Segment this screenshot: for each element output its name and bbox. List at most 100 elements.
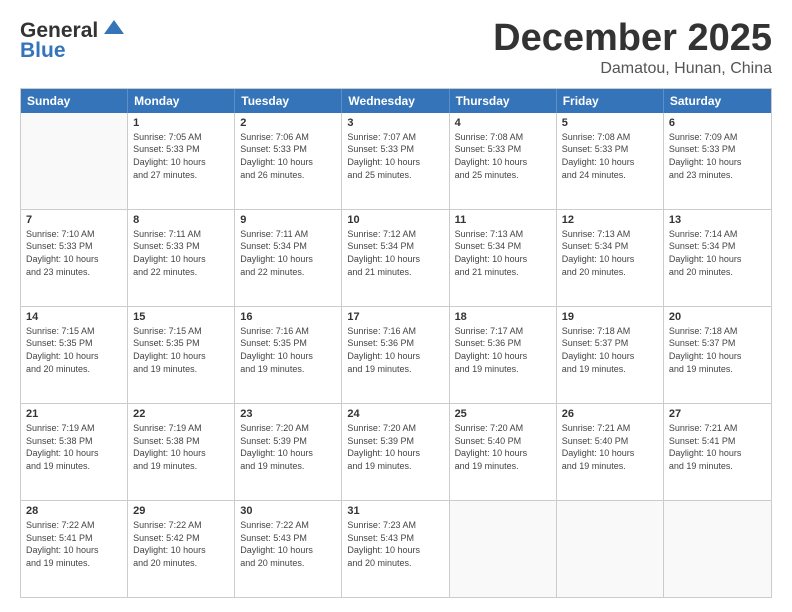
- day-info: Sunrise: 7:22 AM Sunset: 5:41 PM Dayligh…: [26, 519, 122, 569]
- empty-cell-4-6: [664, 501, 771, 597]
- weekday-header-sunday: Sunday: [21, 89, 128, 113]
- day-info: Sunrise: 7:15 AM Sunset: 5:35 PM Dayligh…: [133, 325, 229, 375]
- day-cell-3: 3 Sunrise: 7:07 AM Sunset: 5:33 PM Daylig…: [342, 113, 449, 209]
- logo: General Blue: [20, 18, 128, 62]
- day-cell-21: 21 Sunrise: 7:19 AM Sunset: 5:38 PM Dayli…: [21, 404, 128, 500]
- weekday-header-wednesday: Wednesday: [342, 89, 449, 113]
- calendar-body: 1 Sunrise: 7:05 AM Sunset: 5:33 PM Daylig…: [21, 113, 771, 597]
- day-cell-31: 31Sunrise: 7:23 AM Sunset: 5:43 PM Dayli…: [342, 501, 449, 597]
- empty-cell-4-5: [557, 501, 664, 597]
- day-cell-18: 18 Sunrise: 7:17 AM Sunset: 5:36 PM Dayli…: [450, 307, 557, 403]
- weekday-header-monday: Monday: [128, 89, 235, 113]
- day-cell-12: 12Sunrise: 7:13 AM Sunset: 5:34 PM Dayli…: [557, 210, 664, 306]
- day-number: 1: [133, 117, 229, 129]
- day-cell-5: 5 Sunrise: 7:08 AM Sunset: 5:33 PM Daylig…: [557, 113, 664, 209]
- month-title: December 2025: [493, 18, 772, 60]
- day-cell-23: 23Sunrise: 7:20 AM Sunset: 5:39 PM Dayli…: [235, 404, 342, 500]
- day-info: Sunrise: 7:23 AM Sunset: 5:43 PM Dayligh…: [347, 519, 443, 569]
- day-info: Sunrise: 7:11 AM Sunset: 5:34 PM Dayligh…: [240, 228, 336, 278]
- day-info: Sunrise: 7:10 AM Sunset: 5:33 PM Dayligh…: [26, 228, 122, 278]
- day-number: 21: [26, 408, 122, 420]
- calendar-header: SundayMondayTuesdayWednesdayThursdayFrid…: [21, 89, 771, 113]
- day-number: 15: [133, 311, 229, 323]
- day-cell-10: 10Sunrise: 7:12 AM Sunset: 5:34 PM Dayli…: [342, 210, 449, 306]
- calendar: SundayMondayTuesdayWednesdayThursdayFrid…: [20, 88, 772, 598]
- day-number: 5: [562, 117, 658, 129]
- location-title: Damatou, Hunan, China: [493, 60, 772, 78]
- day-number: 7: [26, 214, 122, 226]
- day-number: 18: [455, 311, 551, 323]
- day-info: Sunrise: 7:20 AM Sunset: 5:40 PM Dayligh…: [455, 422, 551, 472]
- day-number: 17: [347, 311, 443, 323]
- day-number: 20: [669, 311, 766, 323]
- day-info: Sunrise: 7:05 AM Sunset: 5:33 PM Dayligh…: [133, 131, 229, 181]
- day-number: 23: [240, 408, 336, 420]
- day-number: 3: [347, 117, 443, 129]
- day-cell-8: 8 Sunrise: 7:11 AM Sunset: 5:33 PM Daylig…: [128, 210, 235, 306]
- title-block: December 2025 Damatou, Hunan, China: [493, 18, 772, 78]
- day-info: Sunrise: 7:08 AM Sunset: 5:33 PM Dayligh…: [562, 131, 658, 181]
- day-cell-30: 30 Sunrise: 7:22 AM Sunset: 5:43 PM Dayli…: [235, 501, 342, 597]
- day-number: 19: [562, 311, 658, 323]
- day-cell-25: 25 Sunrise: 7:20 AM Sunset: 5:40 PM Dayli…: [450, 404, 557, 500]
- day-info: Sunrise: 7:21 AM Sunset: 5:41 PM Dayligh…: [669, 422, 766, 472]
- day-number: 8: [133, 214, 229, 226]
- day-cell-24: 24Sunrise: 7:20 AM Sunset: 5:39 PM Dayli…: [342, 404, 449, 500]
- day-number: 6: [669, 117, 766, 129]
- day-number: 4: [455, 117, 551, 129]
- day-number: 2: [240, 117, 336, 129]
- day-number: 10: [347, 214, 443, 226]
- day-info: Sunrise: 7:21 AM Sunset: 5:40 PM Dayligh…: [562, 422, 658, 472]
- day-cell-26: 26Sunrise: 7:21 AM Sunset: 5:40 PM Dayli…: [557, 404, 664, 500]
- day-info: Sunrise: 7:13 AM Sunset: 5:34 PM Dayligh…: [455, 228, 551, 278]
- day-cell-2: 2 Sunrise: 7:06 AM Sunset: 5:33 PM Daylig…: [235, 113, 342, 209]
- day-number: 24: [347, 408, 443, 420]
- day-info: Sunrise: 7:14 AM Sunset: 5:34 PM Dayligh…: [669, 228, 766, 278]
- day-cell-20: 20 Sunrise: 7:18 AM Sunset: 5:37 PM Dayli…: [664, 307, 771, 403]
- day-info: Sunrise: 7:16 AM Sunset: 5:35 PM Dayligh…: [240, 325, 336, 375]
- day-info: Sunrise: 7:11 AM Sunset: 5:33 PM Dayligh…: [133, 228, 229, 278]
- calendar-row-1: 1 Sunrise: 7:05 AM Sunset: 5:33 PM Daylig…: [21, 113, 771, 209]
- day-info: Sunrise: 7:13 AM Sunset: 5:34 PM Dayligh…: [562, 228, 658, 278]
- day-info: Sunrise: 7:09 AM Sunset: 5:33 PM Dayligh…: [669, 131, 766, 181]
- weekday-header-tuesday: Tuesday: [235, 89, 342, 113]
- day-cell-27: 27Sunrise: 7:21 AM Sunset: 5:41 PM Dayli…: [664, 404, 771, 500]
- day-cell-7: 7 Sunrise: 7:10 AM Sunset: 5:33 PM Daylig…: [21, 210, 128, 306]
- day-cell-6: 6 Sunrise: 7:09 AM Sunset: 5:33 PM Daylig…: [664, 113, 771, 209]
- day-number: 9: [240, 214, 336, 226]
- day-cell-16: 16 Sunrise: 7:16 AM Sunset: 5:35 PM Dayli…: [235, 307, 342, 403]
- day-number: 14: [26, 311, 122, 323]
- calendar-row-2: 7 Sunrise: 7:10 AM Sunset: 5:33 PM Daylig…: [21, 209, 771, 306]
- day-cell-1: 1 Sunrise: 7:05 AM Sunset: 5:33 PM Daylig…: [128, 113, 235, 209]
- day-info: Sunrise: 7:19 AM Sunset: 5:38 PM Dayligh…: [133, 422, 229, 472]
- header: General Blue December 2025 Damatou, Huna…: [20, 18, 772, 78]
- day-number: 30: [240, 505, 336, 517]
- day-info: Sunrise: 7:18 AM Sunset: 5:37 PM Dayligh…: [669, 325, 766, 375]
- day-info: Sunrise: 7:17 AM Sunset: 5:36 PM Dayligh…: [455, 325, 551, 375]
- weekday-header-friday: Friday: [557, 89, 664, 113]
- day-cell-28: 28 Sunrise: 7:22 AM Sunset: 5:41 PM Dayli…: [21, 501, 128, 597]
- day-number: 16: [240, 311, 336, 323]
- day-cell-29: 29Sunrise: 7:22 AM Sunset: 5:42 PM Dayli…: [128, 501, 235, 597]
- calendar-row-3: 14 Sunrise: 7:15 AM Sunset: 5:35 PM Dayli…: [21, 306, 771, 403]
- day-number: 28: [26, 505, 122, 517]
- day-info: Sunrise: 7:22 AM Sunset: 5:43 PM Dayligh…: [240, 519, 336, 569]
- day-info: Sunrise: 7:06 AM Sunset: 5:33 PM Dayligh…: [240, 131, 336, 181]
- logo-text-blue: Blue: [20, 40, 128, 62]
- day-cell-17: 17Sunrise: 7:16 AM Sunset: 5:36 PM Dayli…: [342, 307, 449, 403]
- day-info: Sunrise: 7:08 AM Sunset: 5:33 PM Dayligh…: [455, 131, 551, 181]
- empty-cell-0-0: [21, 113, 128, 209]
- day-info: Sunrise: 7:07 AM Sunset: 5:33 PM Dayligh…: [347, 131, 443, 181]
- day-cell-9: 9 Sunrise: 7:11 AM Sunset: 5:34 PM Daylig…: [235, 210, 342, 306]
- empty-cell-4-4: [450, 501, 557, 597]
- weekday-header-saturday: Saturday: [664, 89, 771, 113]
- calendar-row-5: 28 Sunrise: 7:22 AM Sunset: 5:41 PM Dayli…: [21, 500, 771, 597]
- day-info: Sunrise: 7:19 AM Sunset: 5:38 PM Dayligh…: [26, 422, 122, 472]
- day-number: 25: [455, 408, 551, 420]
- day-info: Sunrise: 7:15 AM Sunset: 5:35 PM Dayligh…: [26, 325, 122, 375]
- day-cell-22: 22Sunrise: 7:19 AM Sunset: 5:38 PM Dayli…: [128, 404, 235, 500]
- day-info: Sunrise: 7:18 AM Sunset: 5:37 PM Dayligh…: [562, 325, 658, 375]
- day-cell-19: 19 Sunrise: 7:18 AM Sunset: 5:37 PM Dayli…: [557, 307, 664, 403]
- day-cell-13: 13 Sunrise: 7:14 AM Sunset: 5:34 PM Dayli…: [664, 210, 771, 306]
- day-number: 13: [669, 214, 766, 226]
